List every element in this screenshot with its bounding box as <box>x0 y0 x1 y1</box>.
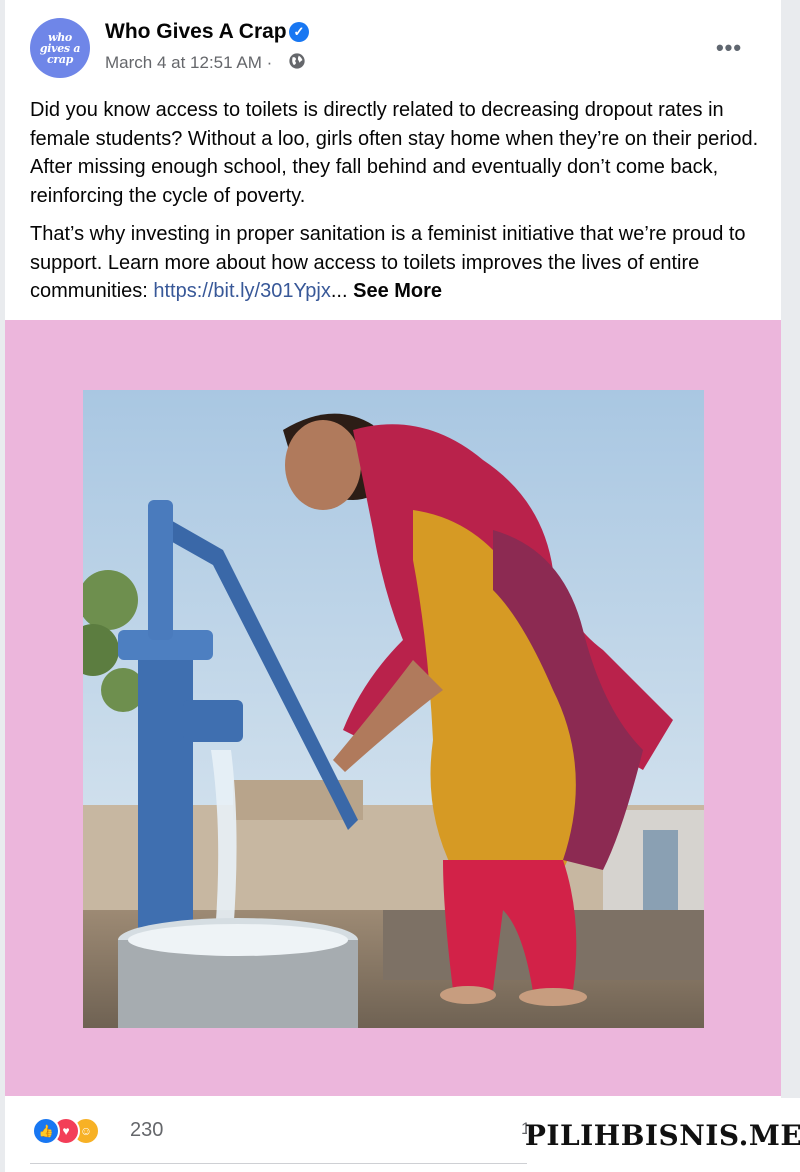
verified-badge-icon: ✓ <box>289 22 309 42</box>
post-card: who gives a crap Who Gives A Crap ✓ Marc… <box>5 0 781 1172</box>
page-name-link[interactable]: Who Gives A Crap <box>105 20 287 44</box>
avatar-text-line-2: gives a <box>39 41 81 55</box>
globe-icon <box>289 53 305 69</box>
post-timestamp[interactable]: March 4 at 12:51 AM · <box>105 53 272 73</box>
post-paragraph-2: That’s why investing in proper sanitatio… <box>30 220 765 306</box>
page-avatar[interactable]: who gives a crap <box>30 18 90 78</box>
post-media[interactable] <box>5 320 781 1096</box>
avatar-text-line-3: crap <box>46 52 74 66</box>
more-options-button[interactable]: ••• <box>711 30 747 66</box>
post-paragraph-1: Did you know access to toilets is direct… <box>30 99 759 207</box>
post-photo[interactable] <box>83 390 704 1028</box>
post-header: who gives a crap Who Gives A Crap ✓ Marc… <box>5 0 781 90</box>
see-more-button[interactable]: See More <box>353 280 442 302</box>
watermark: PILIHBISNIS.ME <box>525 1098 800 1172</box>
avatar-text-line-1: who <box>48 30 72 44</box>
footer-divider <box>30 1163 530 1164</box>
post-body: Did you know access to toilets is direct… <box>30 96 765 316</box>
post-link[interactable]: https://bit.ly/301Ypjx <box>153 280 331 302</box>
like-reaction-icon: 👍 <box>32 1117 60 1145</box>
ellipsis: ... <box>330 280 348 302</box>
reaction-count[interactable]: 230 <box>130 1119 163 1142</box>
